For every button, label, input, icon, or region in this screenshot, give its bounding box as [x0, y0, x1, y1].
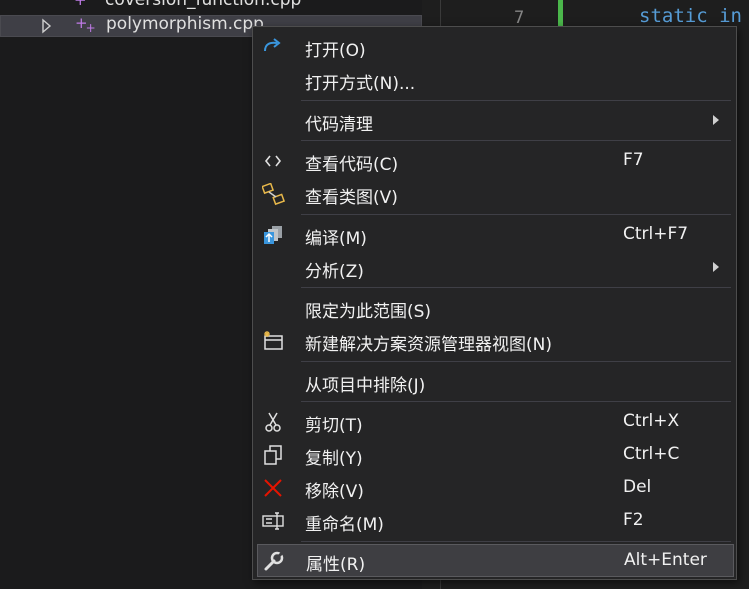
- menu-separator: [301, 214, 731, 215]
- open-icon: [262, 36, 284, 58]
- cpp-file-icon: ++: [75, 14, 96, 35]
- menu-item-shortcut: Alt+Enter: [624, 550, 707, 570]
- menu-separator: [301, 541, 731, 542]
- menu-item-shortcut: F2: [623, 510, 644, 530]
- submenu-arrow-icon: [713, 115, 719, 125]
- properties-icon: [263, 550, 285, 572]
- menu-item-label: 查看代码(C): [305, 155, 399, 175]
- line-number: 7: [514, 8, 525, 28]
- menu-item-shortcut: Ctrl+X: [623, 411, 680, 431]
- menu-item-shortcut: Ctrl+C: [623, 444, 680, 464]
- menu-item-label: 复制(Y): [305, 449, 363, 469]
- menu-item-code-cleanup[interactable]: 代码清理: [253, 104, 736, 137]
- menu-separator: [301, 287, 731, 288]
- menu-separator: [301, 361, 731, 362]
- git-change-bar: [558, 0, 563, 28]
- new-view-icon: [262, 330, 284, 352]
- menu-item-exclude-from-project[interactable]: 从项目中排除(J): [253, 365, 736, 398]
- cut-icon: [262, 411, 284, 433]
- expand-arrow-icon[interactable]: [41, 18, 53, 34]
- menu-item-scope-to-this[interactable]: 限定为此范围(S): [253, 291, 736, 324]
- menu-separator: [301, 401, 731, 402]
- menu-item-label: 打开(O): [305, 41, 366, 61]
- tree-item-label: polymorphism.cpp: [106, 14, 264, 34]
- menu-item-label: 分析(Z): [305, 262, 364, 282]
- copy-icon: [262, 444, 284, 466]
- menu-item-shortcut: Del: [623, 477, 652, 497]
- class-diagram-icon: [261, 182, 286, 206]
- menu-item-shortcut: Ctrl+F7: [623, 224, 689, 244]
- tree-item-coversion-function[interactable]: + coversion_function.cpp: [0, 0, 422, 14]
- menu-item-rename[interactable]: 重命名(M) F2: [253, 504, 736, 537]
- tree-item-label: coversion_function.cpp: [105, 0, 302, 10]
- menu-separator: [301, 140, 731, 141]
- menu-item-label: 编译(M): [305, 229, 367, 249]
- menu-item-view-code[interactable]: 查看代码(C) F7: [253, 144, 736, 177]
- menu-item-label: 重命名(M): [305, 515, 384, 535]
- view-code-icon: [262, 150, 284, 172]
- menu-item-view-class-diagram[interactable]: 查看类图(V): [253, 177, 736, 210]
- menu-item-compile[interactable]: 编译(M) Ctrl+F7: [253, 218, 736, 251]
- menu-item-label: 代码清理: [305, 115, 373, 135]
- menu-item-shortcut: F7: [623, 150, 644, 170]
- menu-item-open-with[interactable]: 打开方式(N)...: [253, 63, 736, 96]
- submenu-arrow-icon: [713, 262, 719, 272]
- menu-item-label: 打开方式(N)...: [305, 74, 416, 94]
- menu-item-label: 限定为此范围(S): [305, 302, 432, 322]
- remove-icon: [262, 477, 284, 499]
- menu-item-properties[interactable]: 属性(R) Alt+Enter: [257, 544, 734, 577]
- menu-separator: [301, 100, 731, 101]
- context-menu: 打开(O) 打开方式(N)... 代码清理 查看代码(C) F7 查看类图(V)…: [252, 26, 737, 580]
- cpp-file-icon: +: [74, 0, 87, 9]
- compile-icon: [262, 224, 284, 246]
- menu-item-label: 查看类图(V): [305, 188, 398, 208]
- menu-item-cut[interactable]: 剪切(T) Ctrl+X: [253, 405, 736, 438]
- menu-item-copy[interactable]: 复制(Y) Ctrl+C: [253, 438, 736, 471]
- menu-item-label: 从项目中排除(J): [305, 376, 426, 396]
- menu-item-open[interactable]: 打开(O): [253, 30, 736, 63]
- menu-item-label: 属性(R): [306, 555, 366, 575]
- menu-item-label: 移除(V): [305, 482, 364, 502]
- rename-icon: [262, 510, 284, 532]
- menu-item-label: 剪切(T): [305, 416, 363, 436]
- menu-item-analyze[interactable]: 分析(Z): [253, 251, 736, 284]
- menu-item-new-explorer-view[interactable]: 新建解决方案资源管理器视图(N): [253, 324, 736, 357]
- code-keyword: static in: [639, 5, 742, 27]
- menu-item-label: 新建解决方案资源管理器视图(N): [305, 335, 552, 355]
- menu-item-remove[interactable]: 移除(V) Del: [253, 471, 736, 504]
